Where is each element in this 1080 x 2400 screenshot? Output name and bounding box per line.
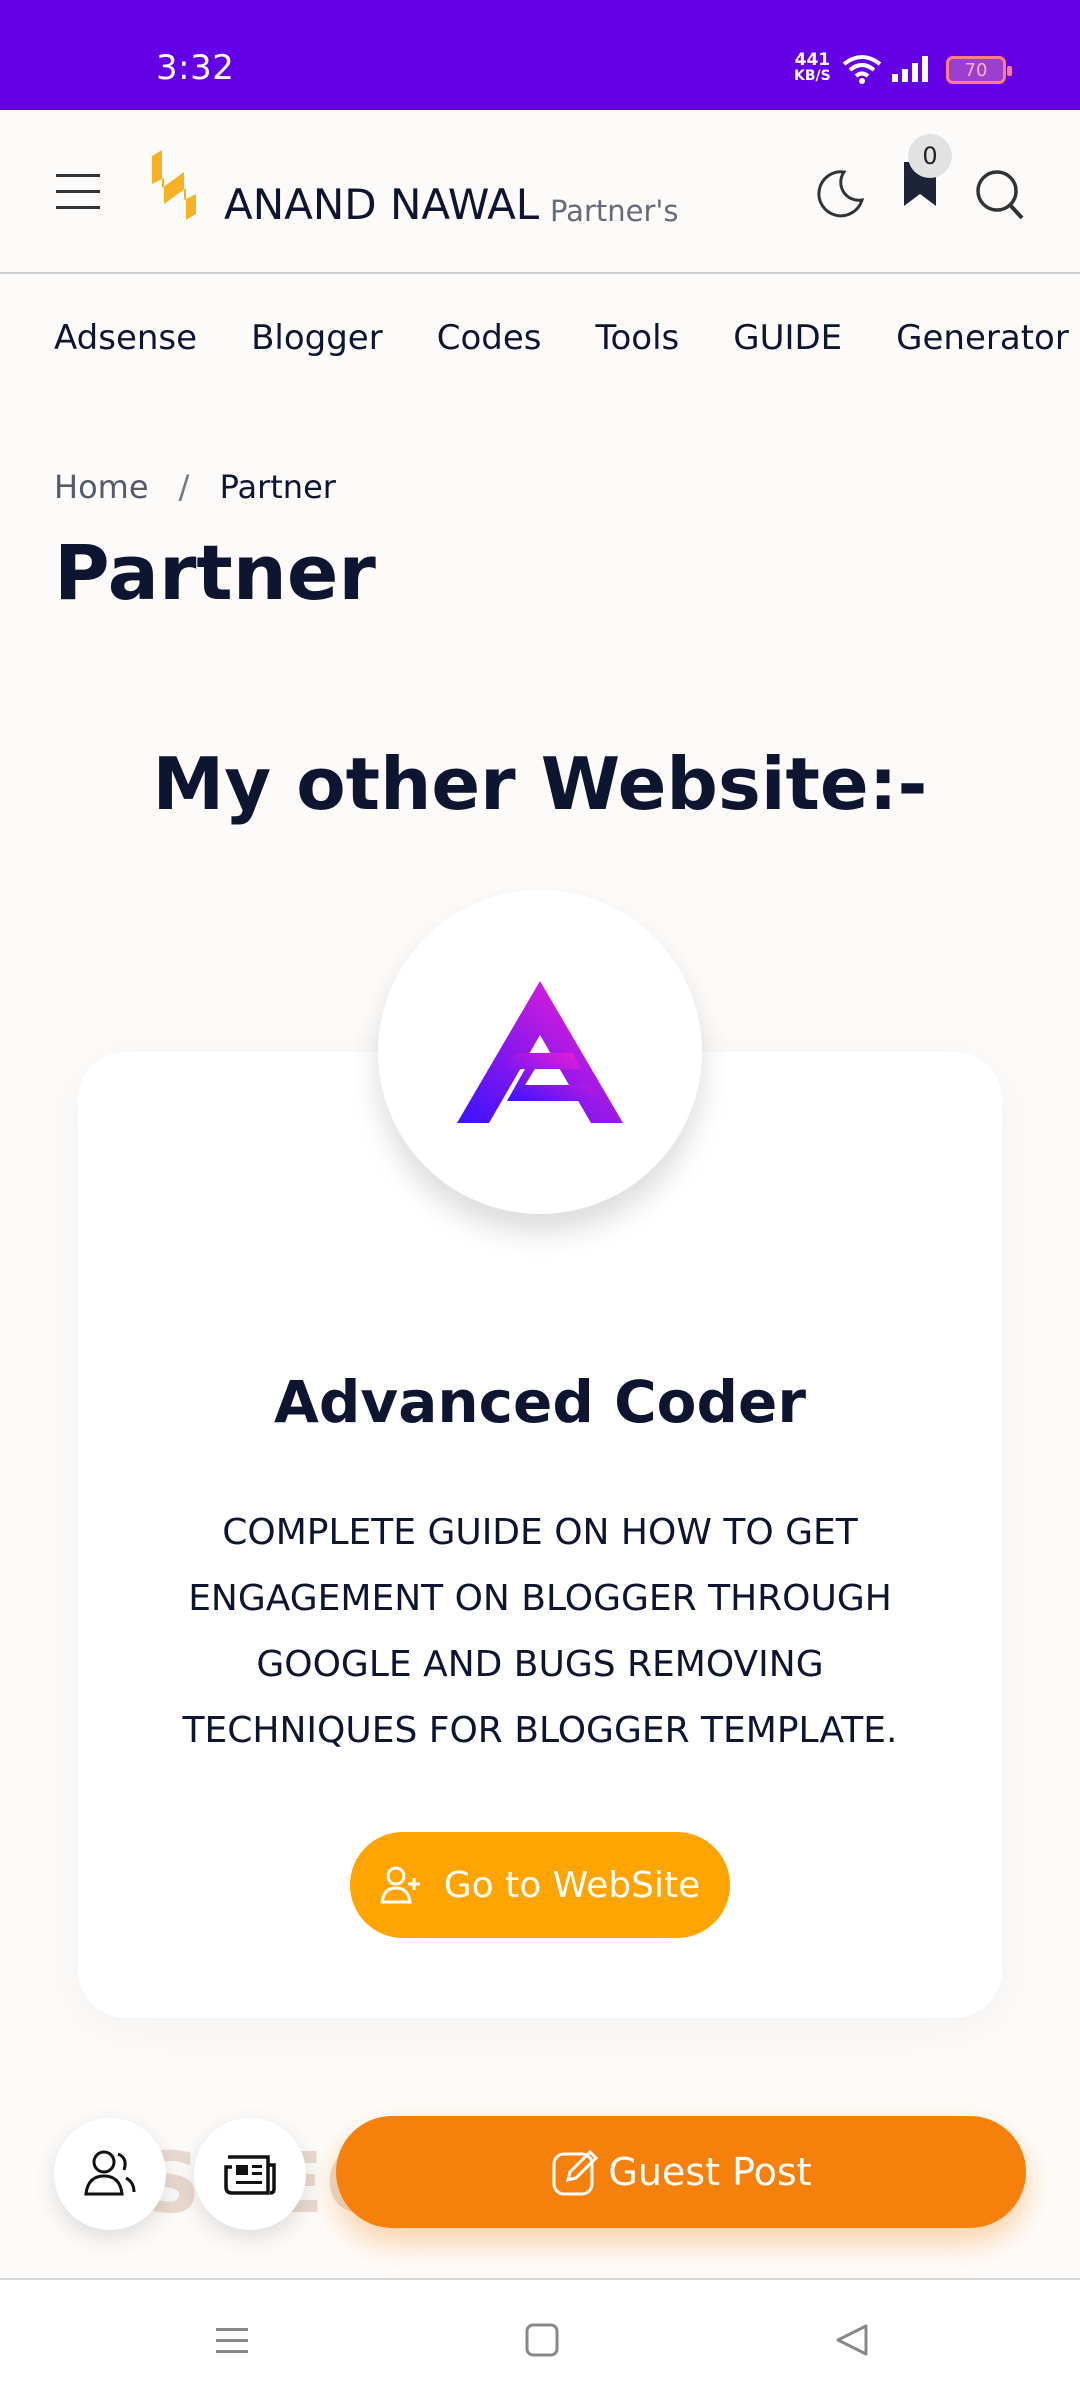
go-to-website-label: Go to WebSite <box>443 1864 701 1906</box>
breadcrumb-separator: / <box>178 468 190 506</box>
network-speed-value: 441 <box>794 50 831 70</box>
home-icon[interactable] <box>524 2322 560 2358</box>
breadcrumb: Home / Partner <box>54 468 336 506</box>
section-title: My other Website:- <box>152 742 928 826</box>
guest-post-button[interactable]: Guest Post <box>336 2116 1026 2228</box>
status-bar: 3:32 441 KB/S 70 <box>0 0 1080 110</box>
users-icon <box>84 2150 136 2196</box>
advanced-coder-logo-icon <box>457 981 623 1123</box>
guest-post-label: Guest Post <box>608 2150 812 2194</box>
breadcrumb-current: Partner <box>219 468 336 506</box>
recent-apps-icon[interactable] <box>214 2322 250 2358</box>
edit-icon <box>552 2149 599 2196</box>
logo-icon[interactable] <box>148 148 200 222</box>
users-button[interactable] <box>54 2118 166 2230</box>
site-title[interactable]: ANAND NAWAL <box>224 180 539 229</box>
moon-icon[interactable] <box>814 166 868 220</box>
news-icon <box>224 2155 276 2195</box>
nav-item-codes[interactable]: Codes <box>437 318 542 358</box>
search-icon[interactable] <box>974 166 1026 222</box>
go-to-website-button[interactable]: Go to WebSite <box>350 1832 730 1938</box>
page-title: Partner <box>54 528 376 617</box>
add-user-icon <box>379 1866 420 1904</box>
nav-item-adsense[interactable]: Adsense <box>54 318 197 358</box>
card-description: COMPLETE GUIDE ON HOW TO GET ENGAGEMENT … <box>182 1512 898 1751</box>
bookmark-count-badge: 0 <box>908 134 952 178</box>
system-nav-bar <box>0 2278 1080 2400</box>
site-header: ANAND NAWAL Partner's 0 <box>0 110 1080 274</box>
wifi-icon <box>842 55 882 84</box>
site-subtitle: Partner's <box>550 194 679 228</box>
nav-item-blogger[interactable]: Blogger <box>251 318 383 358</box>
nav-item-guide[interactable]: GUIDE <box>733 318 842 358</box>
back-icon[interactable] <box>834 2322 870 2358</box>
breadcrumb-home[interactable]: Home <box>54 468 149 506</box>
signal-icon <box>892 56 928 82</box>
nav-item-generator[interactable]: Generator <box>896 318 1069 358</box>
network-speed: 441 KB/S <box>794 50 831 85</box>
network-speed-unit: KB/S <box>794 68 831 84</box>
card-title: Advanced Coder <box>274 1368 806 1436</box>
nav-item-tools[interactable]: Tools <box>595 318 679 358</box>
battery-level: 70 <box>964 59 988 81</box>
partner-logo <box>378 890 702 1214</box>
status-time: 3:32 <box>156 48 235 88</box>
news-button[interactable] <box>194 2118 306 2230</box>
category-nav: Adsense Blogger Codes Tools GUIDE Genera… <box>54 318 1080 358</box>
battery-icon: 70 <box>946 56 1012 84</box>
menu-icon[interactable] <box>56 172 104 212</box>
